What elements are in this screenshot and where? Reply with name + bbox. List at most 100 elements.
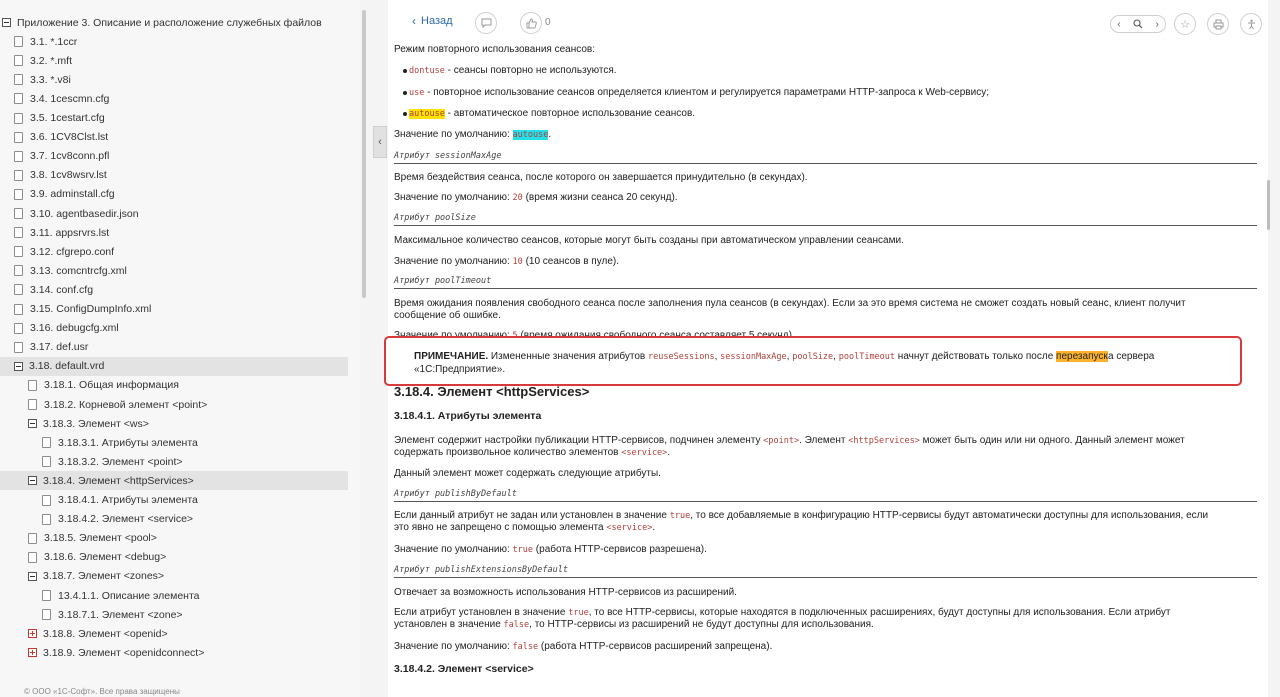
tree-item[interactable]: Приложение 3. Описание и расположение сл… [0, 13, 348, 32]
back-link[interactable]: ‹ Назад [412, 14, 453, 28]
document-icon [42, 456, 51, 468]
note-text: а сервера [1107, 351, 1155, 362]
collapse-icon[interactable] [28, 419, 37, 429]
document-icon [14, 246, 23, 258]
tree-item-label: 3.18.4.1. Атрибуты элемента [58, 494, 198, 506]
code-autouse: autouse [409, 109, 445, 119]
content-scrollbar[interactable] [1267, 180, 1270, 230]
document-icon [14, 284, 23, 296]
tree-item-label: 3.18.5. Элемент <pool> [44, 532, 157, 545]
tree-item[interactable]: 3.7. 1cv8conn.pfl [0, 147, 348, 166]
tree-item[interactable]: 3.18.7.1. Элемент <zone> [0, 605, 348, 624]
tree-item[interactable]: 3.18.5. Элемент <pool> [0, 529, 348, 548]
search-navigator[interactable]: ‹ › [1110, 15, 1166, 33]
tree-item[interactable]: 3.18.4.2. Элемент <service> [0, 510, 348, 529]
search-prev-icon[interactable]: ‹ [1117, 19, 1120, 30]
collapse-icon[interactable] [2, 18, 11, 27]
tree-item[interactable]: 3.6. 1CV8Clst.lst [0, 128, 348, 147]
tree-item[interactable]: 3.18.9. Элемент <openidconnect> [0, 643, 348, 662]
collapse-icon[interactable] [28, 476, 37, 486]
expand-icon[interactable] [28, 648, 37, 658]
document-icon [14, 55, 23, 67]
code: <service> [621, 448, 668, 458]
tree-item[interactable]: 13.4.1.1. Описание элемента [0, 586, 348, 605]
sidebar-scrollbar[interactable] [362, 10, 366, 298]
tree-item[interactable]: 3.8. 1cv8wsrv.lst [0, 166, 348, 185]
tree-item[interactable]: 3.15. ConfigDumpInfo.xml [0, 300, 348, 319]
tree-item[interactable]: 3.1. *.1ccr [0, 32, 348, 51]
attr-heading-poolSize: Атрибут poolSize [394, 213, 1257, 226]
text: . Элемент [799, 435, 849, 446]
tree-item[interactable]: 3.16. debugcfg.xml [0, 319, 348, 338]
tree-item[interactable]: 3.18. default.vrd [0, 356, 348, 376]
tree-item[interactable]: 3.11. appsrvrs.lst [0, 223, 348, 242]
document-icon [14, 303, 23, 315]
note-code: sessionMaxAge [720, 352, 787, 362]
code: true [568, 608, 589, 618]
tree-item[interactable]: 3.5. 1cestart.cfg [0, 109, 348, 128]
default-note: (работа HTTP-сервисов расширений запреще… [538, 641, 773, 652]
publishExtensions-desc: Отвечает за возможность использования HT… [394, 587, 737, 598]
tree-item[interactable]: 3.18.6. Элемент <debug> [0, 548, 348, 567]
accessibility-button[interactable] [1240, 13, 1262, 35]
document-icon [28, 379, 37, 391]
document-icon [42, 513, 51, 525]
bullet-dontuse: dontuse - сеансы повторно не используютс… [403, 64, 617, 78]
default-value: true [512, 545, 534, 555]
tree-item-label: 3.1. *.1ccr [30, 35, 78, 48]
like-button[interactable] [520, 12, 542, 34]
tree-item[interactable]: 3.9. adminstall.cfg [0, 185, 348, 204]
tree-item-label: 3.4. 1cescmn.cfg [30, 92, 110, 105]
document-icon [42, 437, 51, 449]
section-heading-httpServices: 3.18.4. Элемент <httpServices> [394, 384, 590, 399]
tree-item[interactable]: 3.13. comcntrcfg.xml [0, 261, 348, 280]
text: содержать произвольное количество элемен… [394, 447, 622, 458]
code: <service> [606, 523, 653, 533]
tree-item[interactable]: 3.18.3. Элемент <ws> [0, 414, 348, 433]
tree-item[interactable]: 3.18.3.1. Атрибуты элемента [0, 433, 348, 452]
collapse-icon[interactable] [28, 571, 37, 581]
search-next-icon[interactable]: › [1155, 19, 1158, 30]
tree-item-label: 3.18.7. Элемент <zones> [43, 570, 165, 583]
period: . [548, 129, 552, 140]
tree-item-label: 3.2. *.mft [30, 54, 73, 67]
print-button[interactable] [1207, 13, 1229, 35]
tree-item[interactable]: 3.12. cfgrepo.conf [0, 242, 348, 261]
default-value: false [512, 642, 539, 652]
tree-item[interactable]: 3.18.4.1. Атрибуты элемента [0, 491, 348, 510]
default-label: Значение по умолчанию: [394, 129, 513, 140]
tree-item-label: 3.7. 1cv8conn.pfl [30, 150, 110, 163]
expand-icon[interactable] [28, 629, 37, 639]
tree-item[interactable]: 3.18.8. Элемент <openid> [0, 624, 348, 643]
tree-item[interactable]: 3.18.3.2. Элемент <point> [0, 452, 348, 471]
tree-item-label: 3.18.4.2. Элемент <service> [58, 513, 194, 526]
tree-item[interactable]: 3.18.4. Элемент <httpServices> [0, 471, 348, 491]
tree-item[interactable]: 3.14. conf.cfg [0, 280, 348, 299]
note-text: Измененные значения атрибутов [488, 351, 649, 362]
tree-item[interactable]: 3.4. 1cescmn.cfg [0, 89, 348, 108]
document-icon [14, 74, 23, 86]
tree-item-label: 3.18.3.2. Элемент <point> [58, 455, 183, 468]
collapse-sidebar-button[interactable]: ‹ [373, 126, 387, 158]
collapse-icon[interactable] [14, 361, 23, 371]
http-desc-3: Данный элемент может содержать следующие… [394, 468, 661, 479]
default-note: (работа HTTP-сервисов разрешена). [533, 544, 707, 555]
tree-item[interactable]: 3.3. *.v8i [0, 70, 348, 89]
tree-item[interactable]: 3.2. *.mft [0, 51, 348, 70]
poolTimeout-desc-2: сообщение об ошибке. [394, 310, 501, 321]
tree-item[interactable]: 3.18.7. Элемент <zones> [0, 567, 348, 586]
search-icon[interactable] [1133, 19, 1143, 29]
back-label: Назад [421, 15, 453, 27]
tree-item[interactable]: 3.17. def.usr [0, 338, 348, 357]
note-line-2: «1С:Предприятие». [414, 364, 506, 375]
comment-button[interactable] [475, 12, 497, 34]
document-icon [14, 265, 23, 277]
tree-item[interactable]: 3.18.1. Общая информация [0, 376, 348, 395]
tree-item[interactable]: 3.10. agentbasedir.json [0, 204, 348, 223]
tree-item[interactable]: 3.18.2. Корневой элемент <point> [0, 395, 348, 414]
favorite-button[interactable]: ☆ [1174, 13, 1196, 35]
code: true [669, 511, 691, 521]
code-use: use [409, 88, 425, 98]
tree-item-label: 3.17. def.usr [30, 341, 89, 354]
document-icon [42, 590, 51, 601]
